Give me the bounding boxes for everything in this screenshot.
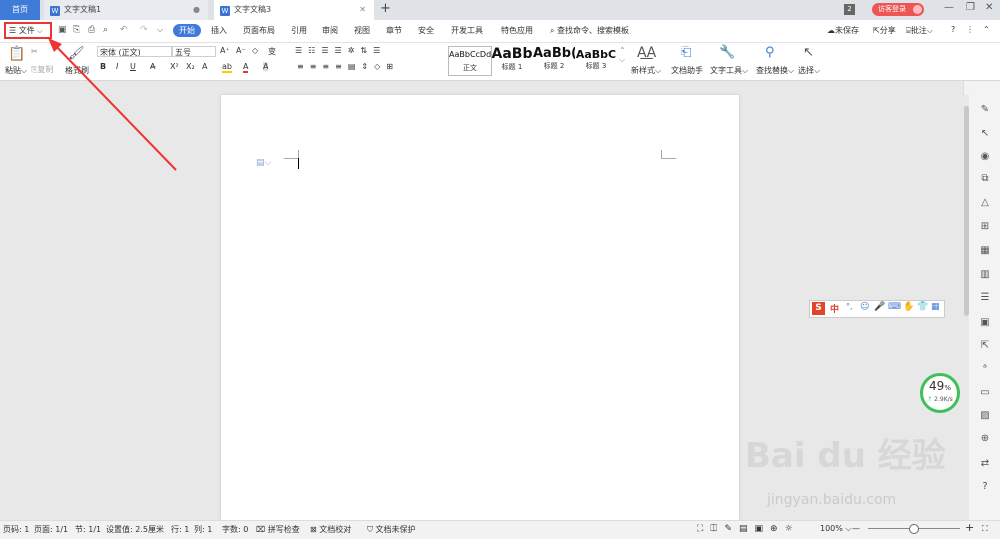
view-mode-icons[interactable]: ⛶⎅✎▤▣⊕☼ [697,524,800,534]
spell-check-button[interactable]: ⌧ 拼写检查 [256,524,300,535]
protection-button[interactable]: ⛉ 文档未保护 [367,524,416,535]
proofread-button[interactable]: ⊠ 文档校对 [310,524,351,535]
scrollbar-thumb[interactable] [964,106,969,316]
photo-icon[interactable]: ▨ [978,409,992,423]
ime-lang[interactable]: 中 [830,302,839,315]
export-icon[interactable]: ⇱ [978,339,992,353]
sogou-icon[interactable]: S [812,302,825,315]
upload-arrow-icon: ↑ [927,396,933,403]
status-setting[interactable]: 设置值: 2.5厘米 [106,524,164,535]
spell-check-icon: ⌧ [256,525,266,534]
menu-grid-icon[interactable]: ▦ [931,302,940,312]
network-speed-widget[interactable]: 49% ↑ 2.9K/s [920,373,960,413]
status-section[interactable]: 节: 1/1 [75,524,101,535]
shield-icon: ⛉ [367,525,373,534]
download-icon[interactable]: ⊕ [978,432,992,446]
tools-icon[interactable]: ✋ [903,302,914,312]
table-icon[interactable]: ⊞ [978,220,992,234]
skin-icon[interactable]: 👕 [917,302,928,312]
microphone-icon[interactable]: 🎤 [874,302,885,312]
protection-label: 文档未保护 [375,525,416,534]
chart-icon[interactable]: ▥ [978,268,992,282]
compare-icon[interactable]: ⇄ [978,457,992,471]
zoom-out-icon[interactable]: — [852,524,860,533]
network-percent-value: 49 [929,379,945,393]
image-icon[interactable]: ▣ [978,316,992,330]
network-percent-unit: % [944,384,951,392]
status-pages[interactable]: 页面: 1/1 [34,524,68,535]
grid-icon[interactable]: ▦ [978,244,992,258]
zoom-value: 100% [820,524,843,533]
ime-toolbar[interactable]: S 中 °, ☺ 🎤 ⌨ ✋ 👕 ▦ [809,300,945,318]
proofread-label: 文档校对 [319,525,352,534]
status-column[interactable]: 列: 1 [194,524,212,535]
settings-sliders-icon[interactable]: ☰ [978,291,992,305]
status-page-number[interactable]: 页码: 1 [3,524,29,535]
shapes-icon[interactable]: ⧉ [978,172,992,186]
spell-check-label: 拼写检查 [267,525,300,534]
status-word-count[interactable]: 字数: 0 [222,524,248,535]
zoom-slider-thumb[interactable] [909,524,919,534]
zoom-in-icon[interactable]: + [965,521,974,534]
baidu-watermark: Bai du 经验 [745,436,946,476]
help-circle-icon[interactable]: ? [978,480,992,494]
location-icon[interactable]: ◉ [978,150,992,164]
status-row[interactable]: 行: 1 [171,524,189,535]
arrow-line [51,41,177,171]
proofread-icon: ⊠ [310,525,317,534]
pen-icon[interactable]: ✎ [978,103,992,117]
network-speed: ↑ 2.9K/s [923,396,957,403]
translate-icon[interactable]: ᵃ [978,362,992,376]
punctuation-icon[interactable]: °, [846,302,853,311]
keyboard-icon[interactable]: ⌨ [888,302,901,312]
pointer-icon[interactable]: ↖ [978,127,992,141]
emoji-icon[interactable]: ☺ [860,302,869,312]
zoom-select[interactable]: 100% ⌵ [820,524,851,534]
archive-icon[interactable]: ▭ [978,386,992,400]
triangle-icon[interactable]: △ [978,196,992,210]
network-speed-value: 2.9K/s [934,396,953,403]
fullscreen-icon[interactable]: ⛶ [982,524,988,534]
network-percent: 49% [923,379,957,396]
baidu-watermark-url: jingyan.baidu.com [767,492,897,508]
